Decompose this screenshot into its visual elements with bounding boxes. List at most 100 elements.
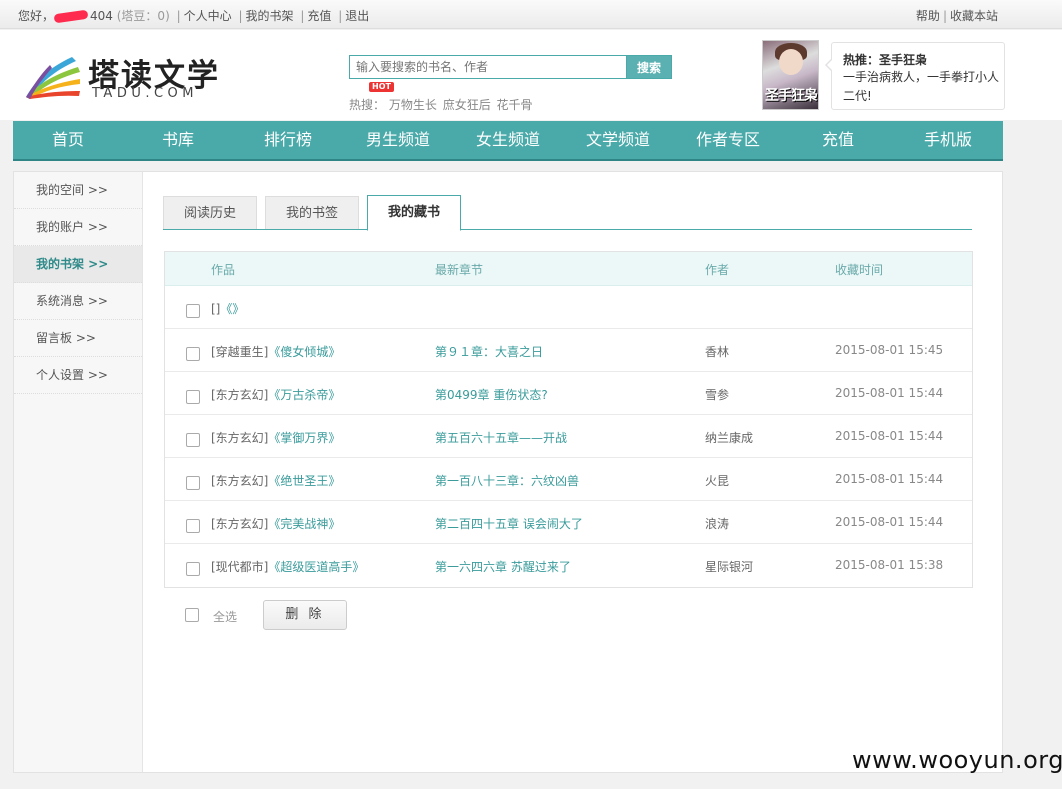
sidebar-item-message-board[interactable]: 留言板 >> bbox=[14, 320, 142, 357]
watermark: www.wooyun.org bbox=[852, 746, 1062, 774]
author-name: 浪涛 bbox=[705, 517, 730, 531]
hot-label: 热搜： bbox=[349, 98, 386, 112]
promo-description: 一手治病救人，一手拳打小人二代! bbox=[843, 70, 1000, 103]
col-header-latest-chapter: 最新章节 bbox=[435, 263, 484, 277]
username: 404 bbox=[53, 9, 113, 24]
delete-button[interactable]: 删 除 bbox=[263, 600, 347, 630]
row-checkbox[interactable] bbox=[186, 433, 200, 447]
book-title-link[interactable]: 《绝世圣王》 bbox=[268, 474, 340, 488]
table-row: [穿越重生]《傻女倾城》 第９１章：大喜之日 香林 2015-08-01 15:… bbox=[165, 329, 972, 372]
collected-time: 2015-08-01 15:44 bbox=[835, 429, 944, 443]
sidebar-item-system-messages[interactable]: 系统消息 >> bbox=[14, 283, 142, 320]
author-name: 星际银河 bbox=[705, 560, 754, 574]
hot-keyword[interactable]: 庶女狂后 bbox=[443, 98, 491, 112]
table-row: [东方玄幻]《万古杀帝》 第0499章 重伤状态? 雪参 2015-08-01 … bbox=[165, 372, 972, 415]
nav-male-channel[interactable]: 男生频道 bbox=[343, 121, 453, 159]
book-category: [东方玄幻] bbox=[211, 431, 269, 445]
hot-searches: HOT 热搜： 万物生长 庶女狂后 花千骨 bbox=[349, 82, 535, 113]
hot-keyword[interactable]: 万物生长 bbox=[389, 98, 437, 112]
collected-time: 2015-08-01 15:44 bbox=[835, 472, 944, 486]
nav-rankings[interactable]: 排行榜 bbox=[233, 121, 343, 159]
sidebar-item-my-space[interactable]: 我的空间 >> bbox=[14, 172, 142, 209]
latest-chapter-link[interactable]: 第一六四六章 苏醒过来了 bbox=[435, 558, 571, 575]
bookshelf-tabs: 阅读历史 我的书签 我的藏书 bbox=[163, 195, 972, 231]
site-logo[interactable]: 塔读文学 TADU.COM bbox=[24, 50, 224, 110]
row-checkbox[interactable] bbox=[186, 519, 200, 533]
author-name: 香林 bbox=[705, 345, 730, 359]
promo-bubble[interactable]: 热推：圣手狂枭 一手治病救人，一手拳打小人二代! bbox=[825, 42, 1005, 110]
cover-title: 圣手狂枭 bbox=[765, 88, 818, 104]
book-title-link[interactable]: 《万古杀帝》 bbox=[268, 388, 340, 402]
book-category: [东方玄幻] bbox=[211, 474, 269, 488]
nav-literature-channel[interactable]: 文学频道 bbox=[563, 121, 673, 159]
nav-recharge[interactable]: 充值 bbox=[783, 121, 893, 159]
sidebar-item-my-account[interactable]: 我的账户 >> bbox=[14, 209, 142, 246]
collected-time: 2015-08-01 15:38 bbox=[835, 558, 944, 572]
logo-text-en: TADU.COM bbox=[92, 86, 199, 101]
promo-title: 热推：圣手狂枭 bbox=[843, 53, 928, 67]
book-category: [东方玄幻] bbox=[211, 517, 269, 531]
nav-mobile[interactable]: 手机版 bbox=[893, 121, 1003, 159]
author-name: 纳兰康成 bbox=[705, 431, 754, 445]
bulk-actions: 全选 删 除 bbox=[164, 600, 564, 632]
tab-reading-history[interactable]: 阅读历史 bbox=[163, 196, 257, 229]
table-row: []《》 bbox=[165, 286, 972, 329]
search-input[interactable] bbox=[349, 55, 627, 79]
greeting-text: 您好， bbox=[18, 9, 55, 23]
latest-chapter-link[interactable]: 第９１章：大喜之日 bbox=[435, 343, 543, 360]
nav-home[interactable]: 首页 bbox=[13, 121, 123, 159]
nav-author-zone[interactable]: 作者专区 bbox=[673, 121, 783, 159]
author-name: 火昆 bbox=[705, 474, 730, 488]
sidebar-item-my-bookshelf[interactable]: 我的书架 >> bbox=[14, 246, 142, 283]
collected-time: 2015-08-01 15:44 bbox=[835, 515, 944, 529]
hot-badge: HOT bbox=[369, 82, 394, 92]
row-checkbox[interactable] bbox=[186, 347, 200, 361]
book-category: [现代都市] bbox=[211, 560, 269, 574]
link-my-bookshelf[interactable]: 我的书架 bbox=[246, 9, 294, 23]
row-checkbox[interactable] bbox=[186, 562, 200, 576]
link-logout[interactable]: 退出 bbox=[345, 9, 369, 23]
beans-balance: (塔豆：0) bbox=[116, 9, 170, 23]
row-checkbox[interactable] bbox=[186, 476, 200, 490]
book-title-link[interactable]: 《》 bbox=[220, 302, 244, 316]
book-title-link[interactable]: 《完美战神》 bbox=[268, 517, 340, 531]
site-header: 塔读文学 TADU.COM 搜索 HOT 热搜： 万物生长 庶女狂后 花千骨 圣… bbox=[0, 30, 1062, 120]
table-row: [现代都市]《超级医道高手》 第一六四六章 苏醒过来了 星际银河 2015-08… bbox=[165, 544, 972, 587]
select-all-checkbox[interactable] bbox=[185, 608, 199, 622]
sidebar: 我的空间 >> 我的账户 >> 我的书架 >> 系统消息 >> 留言板 >> 个… bbox=[14, 172, 143, 772]
collection-table: 作品 最新章节 作者 收藏时间 []《》 [穿越重生]《傻女倾城》 第９１章：大… bbox=[164, 251, 973, 588]
search-button[interactable]: 搜索 bbox=[626, 55, 672, 79]
latest-chapter-link[interactable]: 第二百四十五章 误会闹大了 bbox=[435, 515, 583, 532]
row-checkbox[interactable] bbox=[186, 304, 200, 318]
latest-chapter-link[interactable]: 第五百六十五章——开战 bbox=[435, 429, 567, 446]
promo-book-cover[interactable]: 圣手狂枭 bbox=[762, 40, 819, 110]
select-all-label[interactable]: 全选 bbox=[213, 608, 237, 625]
nav-female-channel[interactable]: 女生频道 bbox=[453, 121, 563, 159]
latest-chapter-link[interactable]: 第一百八十三章：六纹凶兽 bbox=[435, 472, 579, 489]
link-recharge[interactable]: 充值 bbox=[307, 9, 331, 23]
nav-library[interactable]: 书库 bbox=[123, 121, 233, 159]
book-title-link[interactable]: 《傻女倾城》 bbox=[268, 345, 340, 359]
link-user-center[interactable]: 个人中心 bbox=[184, 9, 232, 23]
table-row: [东方玄幻]《绝世圣王》 第一百八十三章：六纹凶兽 火昆 2015-08-01 … bbox=[165, 458, 972, 501]
table-row: [东方玄幻]《完美战神》 第二百四十五章 误会闹大了 浪涛 2015-08-01… bbox=[165, 501, 972, 544]
row-checkbox[interactable] bbox=[186, 390, 200, 404]
collected-time: 2015-08-01 15:45 bbox=[835, 343, 944, 357]
main-nav: 首页 书库 排行榜 男生频道 女生频道 文学频道 作者专区 充值 手机版 bbox=[13, 121, 1003, 161]
link-help[interactable]: 帮助 bbox=[916, 9, 940, 23]
tab-my-bookmarks[interactable]: 我的书签 bbox=[265, 196, 359, 229]
top-right-links: 帮助 | 收藏本站 bbox=[915, 9, 998, 23]
hot-keyword[interactable]: 花千骨 bbox=[497, 98, 533, 112]
table-header: 作品 最新章节 作者 收藏时间 bbox=[165, 252, 972, 286]
book-title-link[interactable]: 《掌御万界》 bbox=[268, 431, 340, 445]
book-fan-icon bbox=[26, 57, 80, 99]
tab-my-collection[interactable]: 我的藏书 bbox=[367, 195, 461, 231]
link-bookmark-site[interactable]: 收藏本站 bbox=[950, 9, 998, 23]
col-header-author: 作者 bbox=[705, 263, 730, 277]
col-header-work: 作品 bbox=[211, 263, 236, 277]
book-category: [] bbox=[211, 302, 221, 316]
sidebar-item-personal-settings[interactable]: 个人设置 >> bbox=[14, 357, 142, 394]
search-box: 搜索 bbox=[349, 55, 673, 79]
book-title-link[interactable]: 《超级医道高手》 bbox=[268, 560, 364, 574]
latest-chapter-link[interactable]: 第0499章 重伤状态? bbox=[435, 386, 548, 403]
